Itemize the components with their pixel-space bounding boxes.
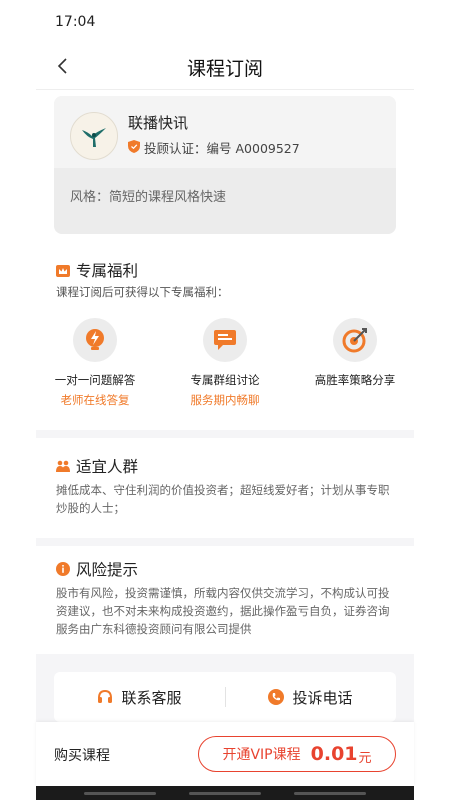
lightbulb-icon: [86, 329, 104, 350]
benefit-title: 高胜率策略分享: [314, 373, 396, 387]
bird-logo-icon: [82, 128, 106, 147]
shield-icon: [128, 140, 140, 153]
benefits-title: 专属福利: [76, 262, 139, 280]
open-vip-button[interactable]: 开通VIP课程 0.01 元: [198, 736, 396, 772]
status-time: 17:04: [55, 14, 96, 30]
benefit-title: 一对一问题解答: [54, 373, 136, 387]
buy-course-label: 购买课程: [54, 748, 110, 764]
nav-divider: [36, 89, 414, 90]
section-divider: [36, 538, 414, 546]
section-divider: [36, 430, 414, 438]
purchase-bar: 购买课程 开通VIP课程 0.01 元: [36, 722, 414, 786]
complaint-phone-button[interactable]: 投诉电话: [225, 672, 396, 722]
complaint-phone-label: 投诉电话: [292, 688, 353, 707]
status-bar: 17:04: [0, 0, 450, 44]
benefit-item-strategy: 高胜率策略分享: [295, 318, 415, 388]
advisor-card: 联播快讯 投顾认证：编号 A0009527 风格：简短的课程风格快速: [54, 96, 396, 234]
benefit-subtitle: 老师在线答复: [60, 393, 130, 407]
people-icon: [56, 460, 70, 472]
nav-bar: 课程订阅: [0, 44, 450, 90]
risk-title: 风险提示: [76, 561, 139, 579]
benefits-subtitle: 课程订阅后可获得以下专属福利：: [56, 285, 229, 299]
audience-body: 摊低成本、守住利润的价值投资者；超短线爱好者；计划从事专职炒股的人士；: [56, 483, 390, 515]
avatar: [70, 112, 118, 160]
chat-icon: [214, 330, 236, 350]
cert-label: 投顾认证：: [144, 141, 207, 156]
phone-icon: [268, 689, 285, 705]
nav-pill: [84, 792, 156, 795]
headset-icon: [98, 689, 113, 703]
benefit-subtitle: 服务期内畅聊: [190, 393, 260, 407]
advisor-style: 风格：简短的课程风格快速: [70, 190, 227, 205]
benefit-item-qa: 一对一问题解答 老师在线答复: [35, 318, 155, 408]
contact-service-button[interactable]: 联系客服: [54, 672, 225, 722]
benefit-title: 专属群组讨论: [190, 373, 260, 387]
risk-body: 股市有风险，投资需谨慎，所载内容仅供交流学习，不构成认可投资建议，也不对未来构成…: [56, 586, 390, 636]
target-icon: [342, 328, 367, 353]
nav-pill: [189, 792, 261, 795]
vip-button-label: 开通VIP课程: [222, 747, 301, 763]
advisor-certification: 投顾认证：编号 A0009527: [144, 138, 300, 157]
vip-price: 0.01: [310, 743, 358, 765]
contact-box: 联系客服 投诉电话: [54, 672, 396, 722]
info-icon: [56, 562, 70, 576]
vip-price-unit: 元: [358, 750, 372, 766]
audience-title: 适宜人群: [76, 458, 139, 476]
crown-icon: [56, 265, 70, 277]
system-nav-bar: [36, 786, 414, 800]
advisor-name: 联播快讯: [128, 114, 189, 132]
page-title: 课程订阅: [186, 58, 263, 80]
nav-pill: [294, 792, 366, 795]
benefit-item-group: 专属群组讨论 服务期内畅聊: [165, 318, 285, 408]
cert-number: 编号 A0009527: [206, 141, 300, 156]
contact-service-label: 联系客服: [121, 688, 182, 707]
